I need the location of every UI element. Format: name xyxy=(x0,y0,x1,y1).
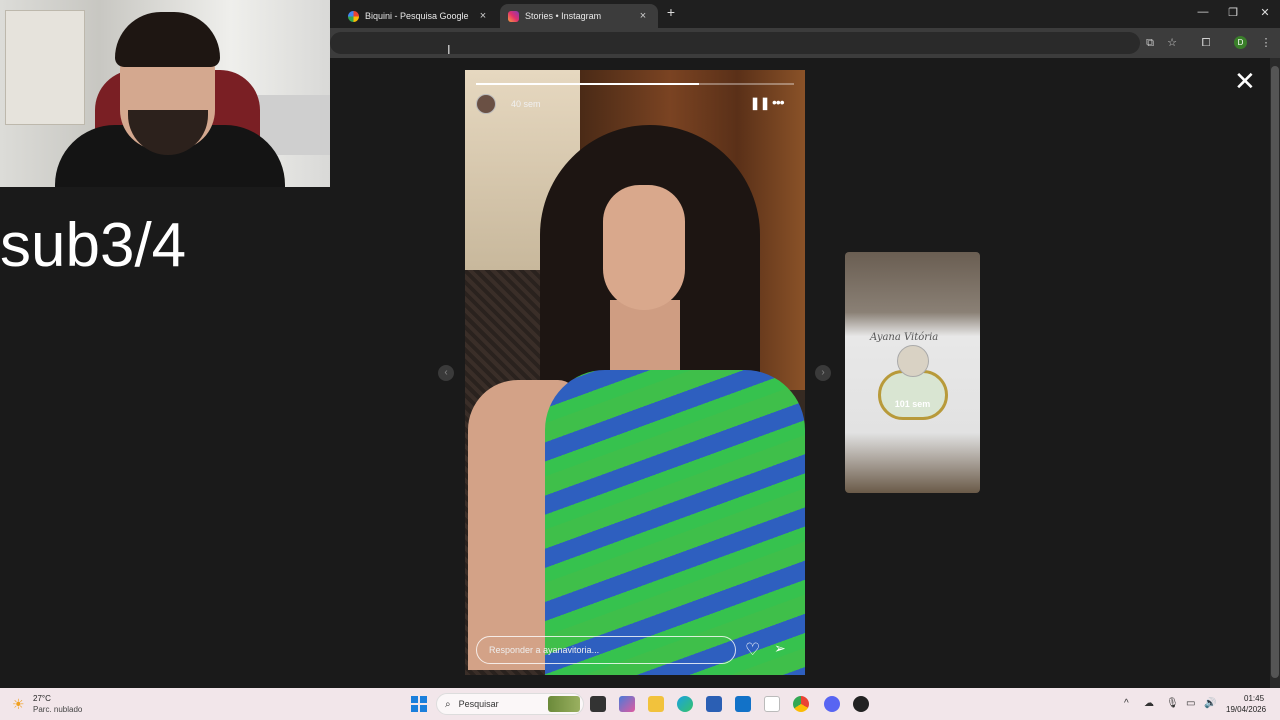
discord-icon[interactable] xyxy=(824,696,840,712)
file-explorer-icon[interactable] xyxy=(648,696,664,712)
send-icon[interactable]: ➢ xyxy=(774,640,786,657)
obs-icon[interactable] xyxy=(853,696,869,712)
close-tab-icon[interactable]: × xyxy=(636,10,650,22)
pause-icon[interactable]: ❚❚ xyxy=(750,96,770,110)
tab-title: Biquini - Pesquisa Google xyxy=(365,11,469,21)
microphone-icon[interactable]: 🎙 xyxy=(1166,698,1179,709)
network-icon[interactable]: ▭ xyxy=(1186,698,1195,709)
close-window-button[interactable]: ✕ xyxy=(1250,6,1280,19)
webcam-overlay xyxy=(0,0,330,187)
notepad-icon[interactable] xyxy=(764,696,780,712)
close-viewer-icon[interactable]: ✕ xyxy=(1234,68,1256,94)
new-tab-button[interactable]: + xyxy=(662,4,680,20)
story-subject-dress xyxy=(545,370,805,675)
heart-icon[interactable]: ♡ xyxy=(745,640,760,660)
search-highlight-icon[interactable] xyxy=(548,696,580,712)
maximize-button[interactable]: ❐ xyxy=(1218,6,1248,19)
store-icon[interactable] xyxy=(706,696,722,712)
copilot-icon[interactable] xyxy=(619,696,635,712)
address-bar[interactable] xyxy=(330,32,1140,54)
reply-input[interactable]: Responder a ayanavitoria... xyxy=(476,636,736,664)
webcam-door xyxy=(5,10,85,125)
start-button[interactable] xyxy=(411,696,427,712)
onedrive-icon[interactable]: ☁ xyxy=(1144,698,1154,709)
tab-title: Stories • Instagram xyxy=(525,11,602,21)
profile-avatar[interactable]: D xyxy=(1234,36,1247,49)
next-story-arrow-icon[interactable]: › xyxy=(815,365,831,381)
story-progress-bar xyxy=(476,83,794,85)
volume-icon[interactable]: 🔊 xyxy=(1204,698,1216,709)
text-cursor-icon: I xyxy=(447,42,451,57)
weather-temperature[interactable]: 27°C xyxy=(33,694,51,703)
story-subject-face xyxy=(603,185,685,310)
clock-time[interactable]: 01:45 xyxy=(1244,694,1264,703)
story-subject-neck xyxy=(610,300,680,380)
tab-google-search[interactable]: Biquini - Pesquisa Google × xyxy=(340,4,498,28)
weather-description[interactable]: Parc. nublado xyxy=(33,705,82,714)
next-story-crest xyxy=(878,370,948,420)
extensions-icon[interactable]: ⧠ xyxy=(1198,35,1214,51)
instagram-icon xyxy=(508,10,519,22)
chrome-icon[interactable] xyxy=(793,696,809,712)
more-icon[interactable]: ••• xyxy=(772,94,785,110)
previous-story-arrow-icon[interactable]: ‹ xyxy=(438,365,454,381)
stream-overlay-text: sub3/4 xyxy=(0,211,187,280)
menu-icon[interactable]: ⋮ xyxy=(1258,35,1274,51)
outlook-icon[interactable] xyxy=(735,696,751,712)
reply-placeholder: Responder a ayanavitoria... xyxy=(489,645,600,655)
weather-icon[interactable]: ☀ xyxy=(12,696,25,713)
google-icon xyxy=(348,10,359,22)
windows-taskbar xyxy=(0,688,1280,720)
story-author-avatar[interactable] xyxy=(476,94,496,114)
close-tab-icon[interactable]: × xyxy=(476,10,490,22)
edge-icon[interactable] xyxy=(677,696,693,712)
search-icon: ⌕ xyxy=(445,698,451,710)
clock-date[interactable]: 19/04/2026 xyxy=(1226,705,1266,714)
scrollbar-thumb[interactable] xyxy=(1271,66,1279,678)
tab-instagram-stories[interactable]: Stories • Instagram × xyxy=(500,4,658,28)
bookmark-star-icon[interactable]: ☆ xyxy=(1164,35,1180,51)
story-progress-fill xyxy=(476,83,699,85)
task-view-icon[interactable] xyxy=(590,696,606,712)
taskbar-search-placeholder: Pesquisar xyxy=(458,699,499,709)
webcam-person-hair xyxy=(115,12,220,67)
show-hidden-icons-icon[interactable]: ^ xyxy=(1124,698,1129,709)
install-app-icon[interactable]: ⧉ xyxy=(1142,35,1158,51)
next-story-shirt-text: Ayana Vitória xyxy=(870,332,939,343)
story-timestamp: 40 sem xyxy=(511,99,541,109)
next-story-timestamp: 101 sem xyxy=(894,399,931,409)
minimize-button[interactable]: — xyxy=(1188,6,1218,18)
next-story-avatar xyxy=(897,345,929,377)
